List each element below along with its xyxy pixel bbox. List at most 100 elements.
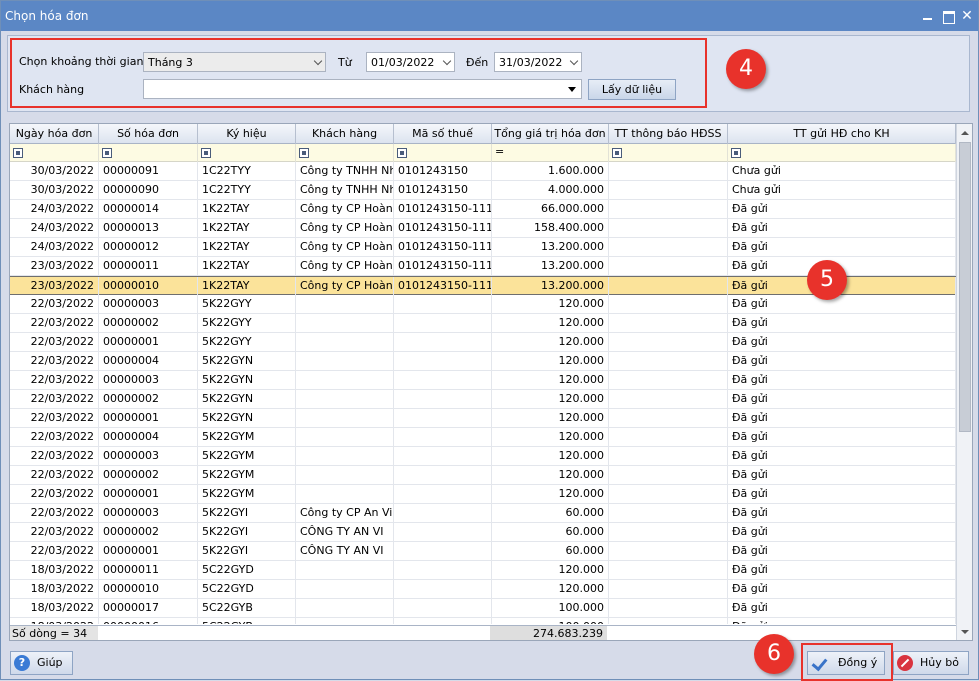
cell-symbol: 5K22GYN	[198, 390, 296, 408]
table-row[interactable]: 24/03/2022 00000014 1K22TAY Công ty CP Hoàn…	[10, 200, 956, 219]
table-row[interactable]: 22/03/2022 00000001 5K22GYN 120.000 Đã gửi	[10, 409, 956, 428]
filter-icon[interactable]	[102, 148, 112, 158]
cell-customer	[296, 618, 394, 624]
table-row[interactable]: 22/03/2022 00000002 5K22GYM 120.000 Đã gửi	[10, 466, 956, 485]
cell-tax-code: 0101243150-111	[394, 277, 492, 295]
cancel-button[interactable]: Hủy bỏ	[893, 651, 969, 675]
title-bar[interactable]: Chọn hóa đơn ✕	[1, 1, 978, 31]
filter-cell-send-status[interactable]	[728, 144, 956, 162]
cell-invoice-date: 22/03/2022	[10, 295, 99, 313]
table-row[interactable]: 24/03/2022 00000013 1K22TAY Công ty CP Hoàn…	[10, 219, 956, 238]
vertical-scrollbar[interactable]	[956, 124, 972, 640]
cell-notice-status	[609, 447, 728, 465]
cell-symbol: 1K22TAY	[198, 238, 296, 256]
table-row[interactable]: 22/03/2022 00000003 5K22GYM 120.000 Đã gửi	[10, 447, 956, 466]
table-row[interactable]: 18/03/2022000000165C22GYB 100.000 Đã gửi	[10, 618, 956, 624]
cell-send-status: Đã gửi	[728, 523, 956, 541]
filter-cell-invoice-number[interactable]	[99, 144, 198, 162]
cell-invoice-date: 22/03/2022	[10, 371, 99, 389]
column-header-invoice-number[interactable]: Số hóa đơn	[99, 124, 198, 144]
cell-invoice-number: 00000001	[99, 542, 198, 560]
cell-customer: Công ty CP Hoàn	[296, 257, 394, 275]
table-row[interactable]: 22/03/2022 00000001 5K22GYY 120.000 Đã gửi	[10, 333, 956, 352]
filter-icon[interactable]	[201, 148, 211, 158]
grid-footer: Số dòng = 34 274.683.239	[10, 625, 956, 640]
column-header-total-value[interactable]: Tổng giá trị hóa đơn	[492, 124, 609, 144]
cell-total-value: 60.000	[492, 542, 609, 560]
cell-symbol: 5C22GYB	[198, 599, 296, 617]
table-row[interactable]: 22/03/2022 00000004 5K22GYN 120.000 Đã gửi	[10, 352, 956, 371]
minimize-icon[interactable]	[919, 7, 937, 25]
filter-cell-customer[interactable]	[296, 144, 394, 162]
table-row[interactable]: 22/03/2022 00000002 5K22GYI CÔNG TY AN VI 60…	[10, 523, 956, 542]
cell-invoice-number: 00000003	[99, 447, 198, 465]
cell-tax-code	[394, 314, 492, 332]
table-row[interactable]: 22/03/2022 00000003 5K22GYN 120.000 Đã gửi	[10, 371, 956, 390]
scroll-down-icon[interactable]	[957, 624, 972, 640]
filter-cell-symbol[interactable]	[198, 144, 296, 162]
filter-icon[interactable]	[299, 148, 309, 158]
table-row[interactable]: 18/03/2022 00000017 5C22GYB 100.000 Đã gửi	[10, 599, 956, 618]
help-button[interactable]: ? Giúp	[10, 651, 73, 675]
cell-total-value: 120.000	[492, 333, 609, 351]
grid-filter-row: =	[10, 144, 956, 162]
cell-symbol: 5K22GYN	[198, 371, 296, 389]
scroll-thumb[interactable]	[959, 142, 971, 432]
cell-symbol: 1C22TYY	[198, 162, 296, 180]
cell-tax-code	[394, 295, 492, 313]
cell-invoice-number: 00000091	[99, 162, 198, 180]
cell-tax-code	[394, 580, 492, 598]
maximize-icon[interactable]	[939, 7, 957, 25]
cell-notice-status	[609, 618, 728, 624]
column-header-notice-status[interactable]: TT thông báo HĐSS	[609, 124, 728, 144]
cell-invoice-number: 00000001	[99, 485, 198, 503]
cell-tax-code	[394, 409, 492, 427]
invoice-grid: Ngày hóa đơn Số hóa đơn Ký hiệu Khách hàng M…	[9, 123, 973, 641]
table-row[interactable]: 22/03/2022 00000003 5K22GYI Công ty CP An V…	[10, 504, 956, 523]
cell-send-status: Đã gửi	[728, 333, 956, 351]
column-header-tax-code[interactable]: Mã số thuế	[394, 124, 492, 144]
cell-invoice-date: 22/03/2022	[10, 314, 99, 332]
close-icon[interactable]: ✕	[958, 7, 976, 25]
table-row[interactable]: 30/03/2022 00000091 1C22TYY Công ty TNHH Nh…	[10, 162, 956, 181]
cell-tax-code	[394, 333, 492, 351]
cell-send-status: Đã gửi	[728, 504, 956, 522]
column-header-invoice-date[interactable]: Ngày hóa đơn	[10, 124, 99, 144]
cell-customer	[296, 599, 394, 617]
filter-cell-notice-status[interactable]	[609, 144, 728, 162]
cell-tax-code: 0101243150	[394, 162, 492, 180]
equals-filter-icon[interactable]: =	[495, 145, 504, 158]
table-row[interactable]: 22/03/2022 00000002 5K22GYN 120.000 Đã gửi	[10, 390, 956, 409]
filter-icon[interactable]	[397, 148, 407, 158]
table-row[interactable]: 18/03/2022 00000011 5C22GYD 120.000 Đã gửi	[10, 561, 956, 580]
cell-total-value: 158.400.000	[492, 219, 609, 237]
cell-customer: Công ty CP Hoàn	[296, 219, 394, 237]
table-row[interactable]: 22/03/2022 00000002 5K22GYY 120.000 Đã gửi	[10, 314, 956, 333]
filter-cell-total-value[interactable]: =	[492, 144, 609, 162]
cell-send-status: Đã gửi	[728, 428, 956, 446]
filter-icon[interactable]	[612, 148, 622, 158]
table-row[interactable]: 22/03/2022 00000001 5K22GYM 120.000 Đã gửi	[10, 485, 956, 504]
table-row[interactable]: 22/03/2022 00000004 5K22GYM 120.000 Đã gửi	[10, 428, 956, 447]
cell-symbol: 5K22GYN	[198, 352, 296, 370]
filter-cell-tax-code[interactable]	[394, 144, 492, 162]
filter-icon[interactable]	[13, 148, 23, 158]
column-header-customer[interactable]: Khách hàng	[296, 124, 394, 144]
table-row[interactable]: 22/03/2022 00000001 5K22GYI CÔNG TY AN VI 60…	[10, 542, 956, 561]
filter-cell-invoice-date[interactable]	[10, 144, 99, 162]
column-header-symbol[interactable]: Ký hiệu	[198, 124, 296, 144]
scroll-up-icon[interactable]	[957, 125, 972, 141]
filter-icon[interactable]	[731, 148, 741, 158]
cell-customer: Công ty CP Hoàn	[296, 277, 394, 295]
table-row[interactable]: 24/03/2022 00000012 1K22TAY Công ty CP Hoàn…	[10, 238, 956, 257]
cell-invoice-date: 22/03/2022	[10, 485, 99, 503]
cell-symbol: 5K22GYM	[198, 466, 296, 484]
table-row[interactable]: 18/03/2022 00000010 5C22GYD 120.000 Đã gửi	[10, 580, 956, 599]
cell-invoice-number: 00000010	[99, 277, 198, 295]
cell-invoice-date: 22/03/2022	[10, 504, 99, 522]
cell-total-value: 120.000	[492, 428, 609, 446]
table-row[interactable]: 30/03/2022 00000090 1C22TYY Công ty TNHH Nh…	[10, 181, 956, 200]
table-row[interactable]: 22/03/2022 00000003 5K22GYY 120.000 Đã gửi	[10, 295, 956, 314]
cell-invoice-date: 22/03/2022	[10, 523, 99, 541]
column-header-send-status[interactable]: TT gửi HĐ cho KH	[728, 124, 956, 144]
